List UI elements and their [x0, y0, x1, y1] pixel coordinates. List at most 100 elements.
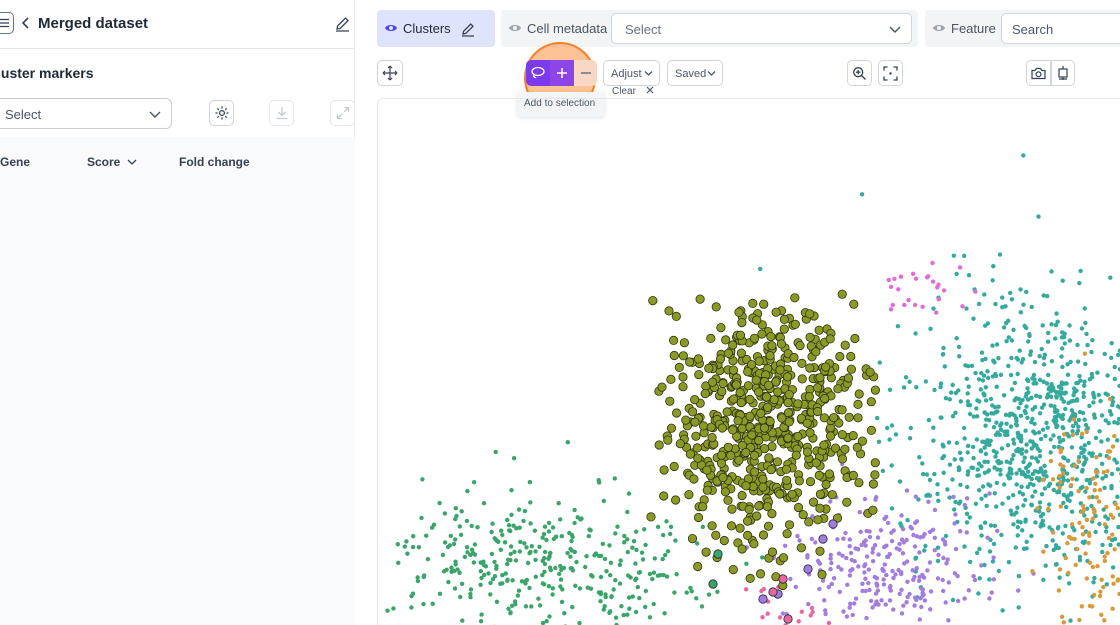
cell-point — [643, 604, 648, 610]
cell-point — [655, 524, 661, 530]
cell-point — [1038, 436, 1044, 442]
cell-point — [1109, 412, 1114, 417]
cell-point — [1024, 289, 1029, 295]
selected-cell-point — [741, 481, 751, 491]
eye-icon[interactable] — [932, 22, 946, 34]
clusters-layer-chip[interactable]: Clusters — [377, 10, 495, 47]
cell-point — [533, 549, 538, 554]
selected-cell-point — [783, 433, 793, 443]
cell-point — [637, 570, 642, 575]
cell-point — [1060, 364, 1065, 370]
selected-cell-point — [744, 504, 754, 514]
cell-point — [922, 548, 927, 553]
cell-point — [411, 534, 416, 539]
cell-point — [844, 614, 850, 619]
column-header-gene[interactable]: Gene — [0, 155, 30, 169]
feature-search-input[interactable]: Search — [1001, 13, 1120, 44]
cell-point — [991, 358, 996, 363]
cell-point — [998, 472, 1003, 477]
eye-icon[interactable] — [508, 22, 522, 34]
cell-metadata-select[interactable]: Select — [611, 13, 912, 44]
fit-view-button[interactable] — [878, 60, 903, 86]
cell-point — [1110, 402, 1115, 408]
pencil-icon[interactable] — [334, 15, 351, 32]
cell-point — [1087, 481, 1093, 486]
zoom-in-button[interactable] — [847, 60, 872, 86]
cell-point — [1087, 560, 1093, 565]
add-to-selection-button[interactable] — [550, 60, 574, 86]
cell-point — [529, 604, 534, 609]
selected-cell-point — [745, 394, 755, 404]
cell-point — [953, 546, 959, 552]
cell-point — [464, 545, 470, 550]
column-header-score[interactable]: Score — [87, 155, 137, 169]
cell-point — [1036, 214, 1041, 219]
cell-point — [961, 425, 967, 431]
saved-dropdown[interactable]: Saved — [667, 60, 723, 86]
eye-icon[interactable] — [384, 22, 398, 34]
cell-point — [1021, 503, 1026, 508]
embedding-plot[interactable] — [377, 98, 1120, 625]
remove-from-selection-button[interactable] — [574, 60, 597, 86]
selected-cell-point — [804, 517, 814, 527]
cell-point — [1037, 500, 1043, 505]
settings-button[interactable] — [209, 100, 234, 126]
dataset-title: Merged dataset — [38, 15, 149, 32]
cell-point — [926, 417, 932, 423]
selected-cell-point — [755, 569, 766, 579]
cell-point — [1091, 580, 1096, 585]
cell-point — [1067, 418, 1072, 423]
lasso-button[interactable] — [526, 60, 550, 86]
menu-button[interactable] — [0, 12, 14, 34]
cell-point — [568, 554, 573, 559]
cell-point — [1000, 608, 1005, 613]
selected-cell-point — [783, 397, 793, 408]
cell-point — [1048, 389, 1053, 394]
cell-point — [1100, 549, 1105, 555]
selected-cell-point — [727, 504, 737, 514]
cell-point — [977, 576, 982, 581]
screenshot-button[interactable] — [1026, 60, 1051, 86]
export-view-button[interactable] — [1051, 60, 1075, 86]
chevron-left-icon[interactable] — [20, 15, 32, 31]
pencil-icon[interactable] — [460, 21, 476, 37]
scatter-canvas[interactable] — [378, 99, 1120, 625]
cell-point — [910, 271, 916, 276]
cell-point — [979, 371, 984, 376]
cell-point — [1056, 588, 1062, 593]
cell-point — [928, 589, 934, 594]
adjust-dropdown[interactable]: Adjust — [603, 60, 660, 86]
cell-point — [983, 451, 989, 457]
cell-point — [612, 476, 617, 481]
column-header-fold-change[interactable]: Fold change — [179, 155, 250, 169]
cell-point — [847, 544, 852, 549]
download-button[interactable] — [269, 100, 294, 126]
cell-point — [1075, 342, 1080, 348]
cell-point — [946, 618, 951, 623]
cell-point — [1112, 364, 1117, 370]
cell-point — [533, 574, 538, 579]
cell-point — [1073, 562, 1078, 568]
cell-point — [884, 572, 889, 578]
cell-point — [1046, 483, 1051, 489]
cell-point — [558, 517, 563, 522]
cell-point — [795, 533, 800, 539]
cluster-select[interactable]: Select — [0, 98, 172, 129]
selected-cell-point — [666, 423, 677, 433]
expand-button[interactable] — [330, 100, 355, 126]
cell-point — [1061, 334, 1067, 340]
cell-point — [993, 454, 998, 459]
cell-point — [1090, 564, 1096, 570]
selected-cell-point — [711, 530, 721, 540]
cell-point — [1058, 392, 1063, 398]
cell-point — [1115, 421, 1120, 426]
cell-point — [544, 537, 549, 543]
cell-point — [985, 369, 990, 374]
saved-label: Saved — [675, 68, 707, 80]
cell-point — [941, 588, 946, 594]
cell-point — [627, 606, 632, 611]
cell-point — [988, 523, 994, 528]
pan-button[interactable] — [377, 60, 403, 86]
selected-cell-point — [735, 387, 745, 398]
cell-point — [1041, 293, 1046, 298]
